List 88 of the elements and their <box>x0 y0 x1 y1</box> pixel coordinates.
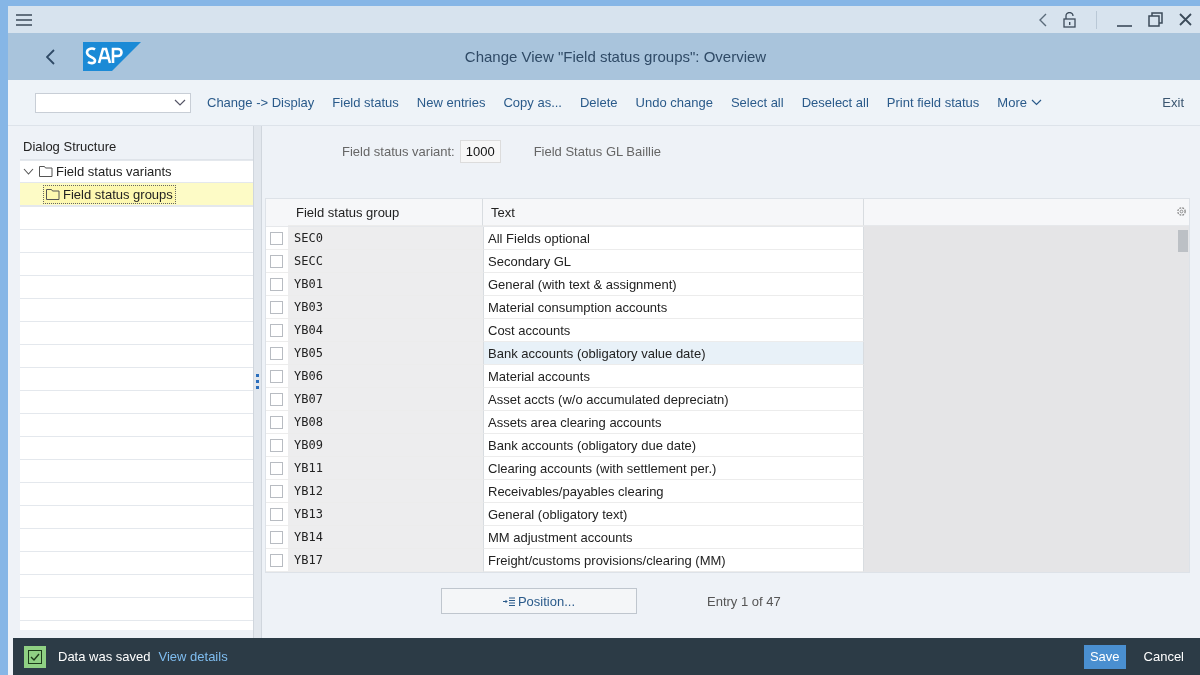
toolbar-button[interactable]: Field status <box>332 95 399 110</box>
folder-icon <box>46 188 60 200</box>
toolbar-button[interactable]: Copy as... <box>503 95 562 110</box>
settings-icon[interactable] <box>1176 206 1187 217</box>
chevron-down-icon <box>174 99 186 106</box>
table-cell: YB09 <box>288 434 483 457</box>
checkbox[interactable] <box>270 461 283 475</box>
table-cell: YB08 <box>288 411 483 434</box>
table-cell: YB14 <box>288 526 483 549</box>
status-message: Data was saved <box>58 649 151 664</box>
column-header[interactable]: Field status group <box>288 199 483 226</box>
checkbox[interactable] <box>270 484 283 498</box>
scrollbar-thumb[interactable] <box>1178 230 1188 252</box>
table-cell: YB12 <box>288 480 483 503</box>
checkbox[interactable] <box>270 530 283 544</box>
toolbar-button[interactable]: Undo change <box>635 95 713 110</box>
exit-button[interactable]: Exit <box>1162 95 1184 110</box>
folder-icon <box>39 165 53 177</box>
toolbar-button[interactable]: New entries <box>416 95 486 110</box>
position-icon <box>502 596 515 606</box>
more-button[interactable]: More <box>997 95 1042 110</box>
checkbox[interactable] <box>270 392 283 406</box>
table-cell: Clearing accounts (with settlement per.) <box>483 457 864 480</box>
table-cell: YB11 <box>288 457 483 480</box>
back-icon[interactable] <box>46 48 55 65</box>
scrollbar-track[interactable] <box>1177 226 1189 572</box>
table-cell: Bank accounts (obligatory due date) <box>483 434 864 457</box>
tree-item[interactable]: Field status groups <box>43 184 176 204</box>
table-cell: YB06 <box>288 365 483 388</box>
details-link[interactable]: View details <box>158 649 228 664</box>
entry-counter: Entry 1 of 47 <box>707 593 781 609</box>
table-cell: Asset accts (w/o accumulated depreciatn) <box>483 388 864 411</box>
table-cell: General (with text & assignment) <box>483 273 864 296</box>
checkbox[interactable] <box>270 323 283 337</box>
checkbox[interactable] <box>270 231 283 245</box>
footer-button[interactable]: Cancel <box>1137 644 1190 669</box>
table-cell: Material consumption accounts <box>483 296 864 319</box>
checkbox[interactable] <box>270 553 283 567</box>
table-cell: YB03 <box>288 296 483 319</box>
toolbar-button[interactable]: Print field status <box>886 95 980 110</box>
table-cell: Freight/customs provisions/clearing (MM) <box>483 549 864 572</box>
table-cell: Secondary GL <box>483 250 864 273</box>
checkbox[interactable] <box>270 415 283 429</box>
position-button[interactable]: Position... <box>441 588 637 614</box>
checkbox[interactable] <box>270 300 283 314</box>
field-label: Field status variant: <box>342 143 455 159</box>
table-cell: YB13 <box>288 503 483 526</box>
table-cell: YB01 <box>288 273 483 296</box>
panel-title: Dialog Structure <box>20 134 253 160</box>
checkbox[interactable] <box>270 277 283 291</box>
back-icon[interactable] <box>1039 12 1047 27</box>
unlocked-padlock-icon[interactable] <box>1063 11 1076 28</box>
table-cell: YB07 <box>288 388 483 411</box>
table-cell: Assets area clearing accounts <box>483 411 864 434</box>
table-cell: YB04 <box>288 319 483 342</box>
checkbox[interactable] <box>270 254 283 268</box>
window-title: Change View "Field status groups": Overview <box>463 48 768 65</box>
table-cell: Receivables/payables clearing <box>483 480 864 503</box>
menu-icon[interactable] <box>16 13 32 26</box>
variant-description: Field Status GL Baillie <box>533 143 662 159</box>
table-cell: All Fields optional <box>483 227 864 250</box>
toolbar-button[interactable]: Deselect all <box>801 95 869 110</box>
variant-field[interactable]: 1000 <box>459 139 501 163</box>
close-icon[interactable] <box>1179 13 1192 26</box>
dropdown-field[interactable] <box>35 92 191 113</box>
restore-icon[interactable] <box>1148 12 1163 27</box>
table-cell: MM adjustment accounts <box>483 526 864 549</box>
checkbox[interactable] <box>270 507 283 521</box>
table-cell: SEC0 <box>288 227 483 250</box>
toolbar-button[interactable]: Delete <box>579 95 618 110</box>
table-cell: SECC <box>288 250 483 273</box>
toolbar-button[interactable]: Change -> Display <box>207 95 315 110</box>
column-header[interactable]: Text <box>483 199 864 226</box>
checkbox[interactable] <box>270 438 283 452</box>
checkbox[interactable] <box>270 369 283 383</box>
tree-item[interactable]: Field status variants <box>36 161 175 181</box>
footer-button[interactable]: Save <box>1083 644 1126 669</box>
success-icon <box>24 645 46 668</box>
table-cell: Material accounts <box>483 365 864 388</box>
toolbar-button[interactable]: Select all <box>730 95 784 110</box>
splitter-handle[interactable] <box>256 374 259 390</box>
chevron-down-icon <box>1030 99 1042 106</box>
checkbox[interactable] <box>270 346 283 360</box>
table-cell: Bank accounts (obligatory value date) <box>483 342 864 365</box>
table-cell: YB05 <box>288 342 483 365</box>
table-cell: YB17 <box>288 549 483 572</box>
logo-icon <box>83 42 141 71</box>
table-cell: General (obligatory text) <box>483 503 864 526</box>
